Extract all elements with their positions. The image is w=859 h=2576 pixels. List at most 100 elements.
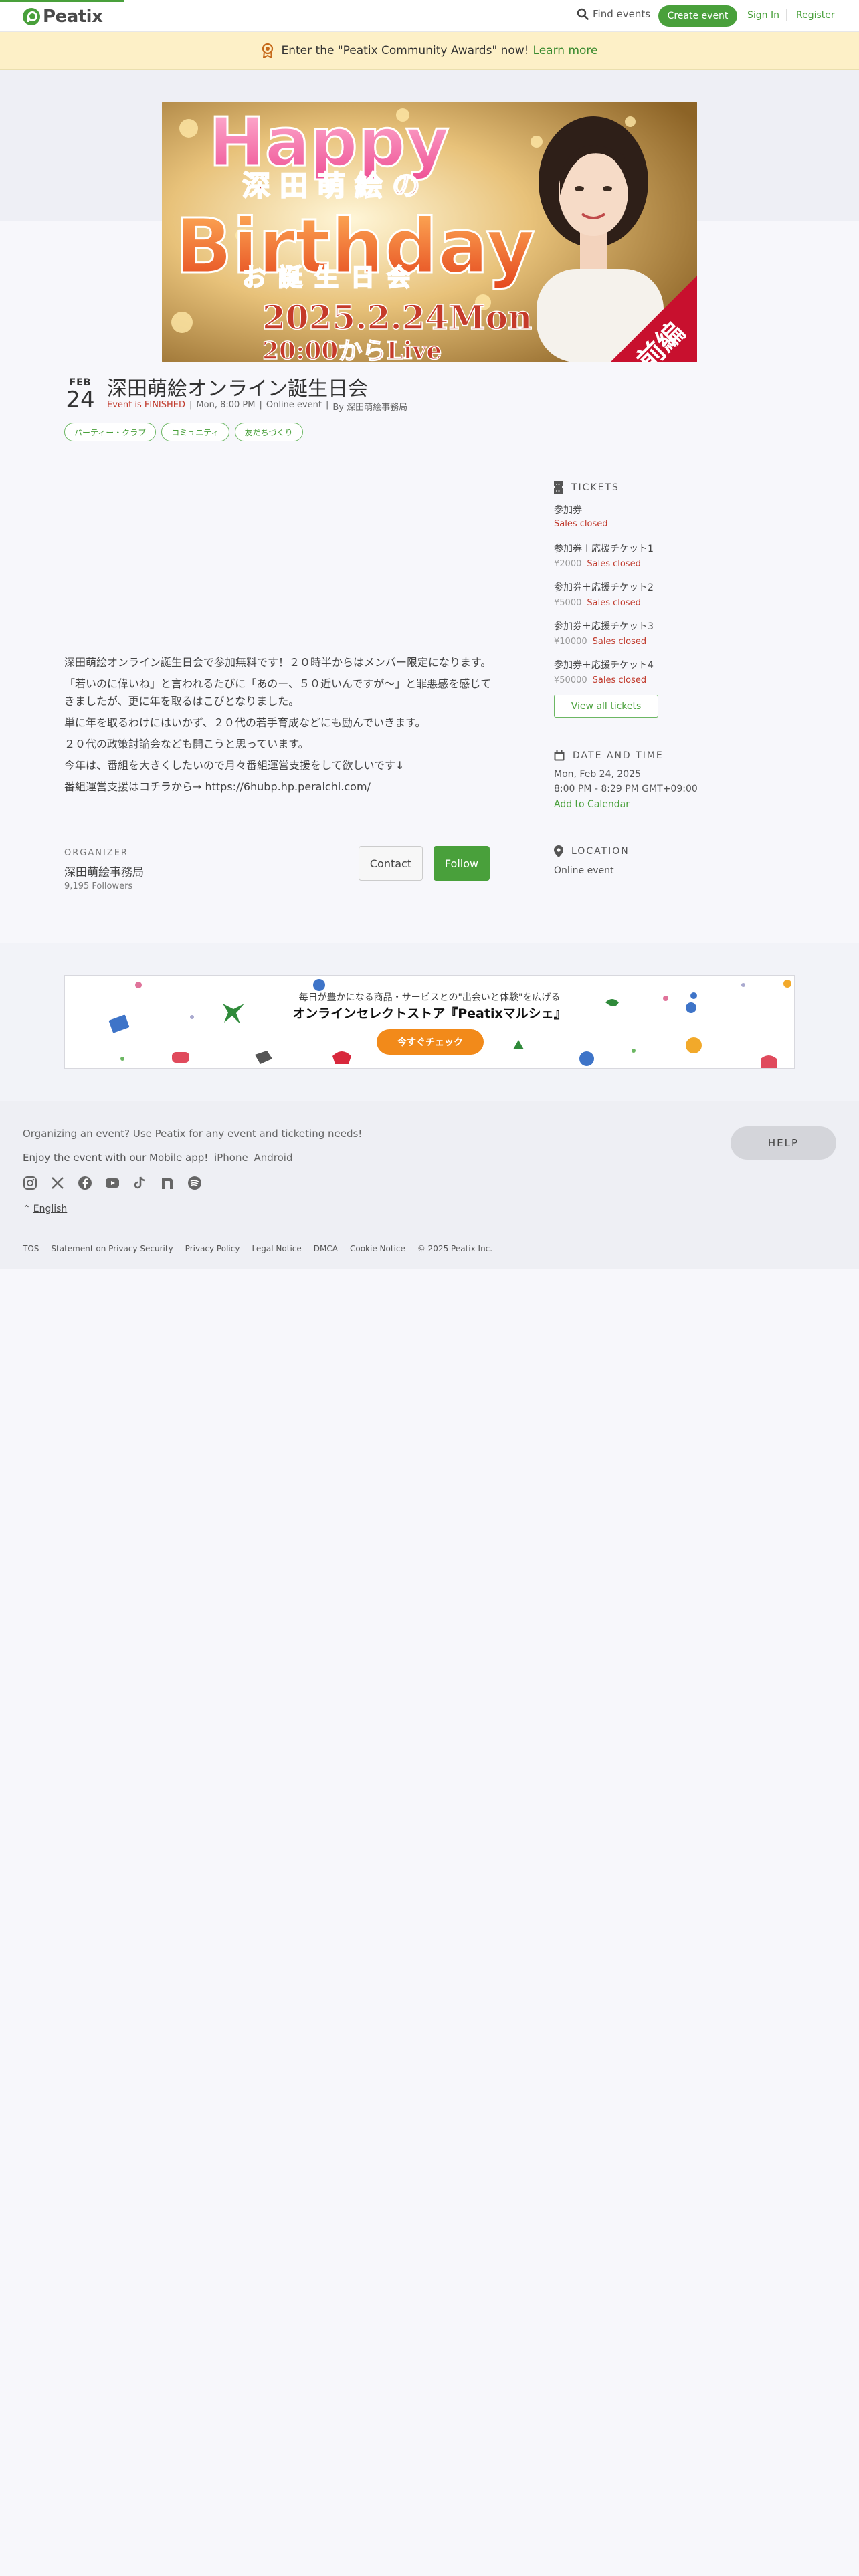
ad-check-now-button[interactable]: 今すぐチェック <box>377 1029 484 1055</box>
event-date-badge: FEB 24 <box>64 377 96 412</box>
contact-button[interactable]: Contact <box>359 846 423 881</box>
facebook-icon[interactable] <box>78 1176 92 1190</box>
logo-text: Peatix <box>43 7 103 27</box>
site-footer: Organizing an event? Use Peatix for any … <box>0 1101 859 1269</box>
event-full-date: Mon, Feb 24, 2025 <box>554 769 641 780</box>
ticket-name: 参加券 <box>554 505 582 516</box>
organizer-name[interactable]: 深田萌絵事務局 <box>64 863 144 879</box>
description-paragraph: 今年は、番組を大きくしたいので月々番組運営支援をして欲しいです↓ <box>64 759 405 772</box>
event-description: 深田萌絵オンライン誕生日会で参加無料です！２０時半からはメンバー限定になります。… <box>64 654 492 800</box>
date-time-heading-label: DATE AND TIME <box>573 750 664 761</box>
event-cover-image: Happy 深田萌絵の Birthday お誕生日会 2025.2.24Mon … <box>162 102 697 362</box>
ticket-status: Sales closed <box>587 559 641 569</box>
site-header: Peatix Find events Create event Sign In … <box>0 0 859 32</box>
tag-community[interactable]: コミュニティ <box>161 423 229 441</box>
tag-party-club[interactable]: パーティー・クラブ <box>64 423 157 441</box>
peatix-logo[interactable]: Peatix <box>23 7 103 27</box>
tos-link[interactable]: TOS <box>23 1244 39 1253</box>
language-label: English <box>33 1204 68 1214</box>
legal-links: TOS Statement on Privacy Security Privac… <box>23 1244 492 1253</box>
instagram-icon[interactable] <box>23 1176 37 1190</box>
cover-artwork: Happy 深田萌絵の Birthday お誕生日会 2025.2.24Mon … <box>162 102 697 362</box>
legal-notice-link[interactable]: Legal Notice <box>252 1244 301 1253</box>
social-links <box>23 1176 202 1190</box>
ticket-status: Sales closed <box>587 598 641 608</box>
location-value: Online event <box>554 865 614 876</box>
description-paragraph: 番組運営支援はコチラから→ https://6hubp.hp.peraichi.… <box>64 780 371 793</box>
find-events-link[interactable]: Find events <box>577 8 650 20</box>
location-heading-label: LOCATION <box>571 846 630 857</box>
privacy-policy-link[interactable]: Privacy Policy <box>185 1244 240 1253</box>
dmca-link[interactable]: DMCA <box>314 1244 338 1253</box>
cover-time-text: 20:00からLive <box>262 337 442 362</box>
ticket-name: 参加券＋応援チケット2 <box>554 582 654 593</box>
cookie-notice-link[interactable]: Cookie Notice <box>350 1244 405 1253</box>
add-to-calendar-link[interactable]: Add to Calendar <box>554 799 630 810</box>
help-button[interactable]: HELP <box>731 1126 836 1160</box>
privacy-security-link[interactable]: Statement on Privacy Security <box>51 1244 173 1253</box>
meta-divider: | <box>189 400 193 410</box>
ticket-item: 参加券＋応援チケット4 ¥50000 Sales closed <box>554 658 654 685</box>
ticket-price: ¥2000 <box>554 559 582 569</box>
tiktok-icon[interactable] <box>132 1176 147 1190</box>
event-time-range: 8:00 PM - 8:29 PM GMT+09:00 <box>554 784 698 794</box>
ticket-status: Sales closed <box>554 519 608 529</box>
cover-date-text: 2025.2.24Mon <box>262 298 532 337</box>
meta-divider: | <box>325 400 329 410</box>
calendar-icon <box>554 750 565 761</box>
map-pin-icon <box>554 845 563 857</box>
android-app-link[interactable]: Android <box>254 1152 292 1164</box>
event-venue: Online event <box>266 400 322 410</box>
follow-button[interactable]: Follow <box>434 846 490 881</box>
tag-making-friends[interactable]: 友だちづくり <box>234 423 303 441</box>
event-datetime: Mon, 8:00 PM <box>196 400 256 410</box>
date-time-heading: DATE AND TIME <box>554 750 664 761</box>
create-event-button[interactable]: Create event <box>658 5 737 27</box>
marche-ad-banner[interactable]: 毎日が豊かになる商品・サービスとの"出会いと体験"を広げる オンラインセレクトス… <box>64 975 795 1069</box>
ticket-item: 参加券 Sales closed <box>554 503 607 529</box>
description-paragraph: ２０代の政策討論会なども開こうと思っています。 <box>64 738 309 750</box>
iphone-app-link[interactable]: iPhone <box>214 1152 248 1164</box>
event-tags: パーティー・クラブ コミュニティ 友だちづくり <box>64 423 303 441</box>
find-events-label: Find events <box>593 8 651 20</box>
ad-tagline: 毎日が豊かになる商品・サービスとの"出会いと体験"を広げる <box>298 992 561 1003</box>
mobile-app-text: Enjoy the event with our Mobile app! <box>23 1152 209 1164</box>
spotify-icon[interactable] <box>187 1176 202 1190</box>
tickets-heading-label: TICKETS <box>571 482 619 493</box>
ticket-price: ¥5000 <box>554 598 582 608</box>
event-status: Event is FINISHED <box>107 400 186 410</box>
x-twitter-icon[interactable] <box>50 1176 65 1190</box>
description-paragraph: 単に年を取るわけにはいかず、２０代の若手育成などにも励んでいきます。 <box>64 716 426 729</box>
banner-text: Enter the "Peatix Community Awards" now! <box>281 43 529 58</box>
view-all-tickets-button[interactable]: View all tickets <box>554 695 658 718</box>
sign-in-link[interactable]: Sign In <box>747 10 779 21</box>
ticket-name: 参加券＋応援チケット1 <box>554 544 654 554</box>
ticket-item: 参加券＋応援チケット2 ¥5000 Sales closed <box>554 580 654 608</box>
description-paragraph: 深田萌絵オンライン誕生日会で参加無料です！２０時半からはメンバー限定になります。 <box>64 656 492 669</box>
ticket-name: 参加券＋応援チケット4 <box>554 660 654 671</box>
ticket-icon <box>554 481 563 494</box>
language-selector[interactable]: ⌃ English <box>23 1204 67 1214</box>
cover-name-text: 深田萌絵の <box>242 169 430 202</box>
cover-party-text: お誕生日会 <box>242 263 423 292</box>
ad-decorations <box>108 979 791 1068</box>
ticket-status: Sales closed <box>592 675 647 685</box>
ticket-item: 参加券＋応援チケット3 ¥10000 Sales closed <box>554 619 654 647</box>
learn-more-link[interactable]: Learn more <box>533 44 598 58</box>
awards-banner: Enter the "Peatix Community Awards" now!… <box>0 32 859 70</box>
organizer-promo-link[interactable]: Organizing an event? Use Peatix for any … <box>23 1128 362 1140</box>
note-icon[interactable] <box>160 1176 175 1190</box>
event-title: 深田萌絵オンライン誕生日会 <box>107 377 368 401</box>
youtube-icon[interactable] <box>105 1176 120 1190</box>
ticket-price: ¥10000 <box>554 637 587 647</box>
peatix-logo-icon <box>23 8 40 25</box>
mobile-app-line: Enjoy the event with our Mobile app! iPh… <box>23 1152 292 1164</box>
caret-up-icon: ⌃ <box>23 1204 31 1214</box>
organizer-followers: 9,195 Followers <box>64 881 133 891</box>
header-divider <box>786 9 787 21</box>
location-heading: LOCATION <box>554 845 630 857</box>
event-meta: Event is FINISHED | Mon, 8:00 PM | Online … <box>107 400 411 413</box>
organizer-label: ORGANIZER <box>64 848 128 858</box>
event-organizer-by: By 深田萌絵事務局 <box>332 403 408 413</box>
register-link[interactable]: Register <box>796 10 835 21</box>
